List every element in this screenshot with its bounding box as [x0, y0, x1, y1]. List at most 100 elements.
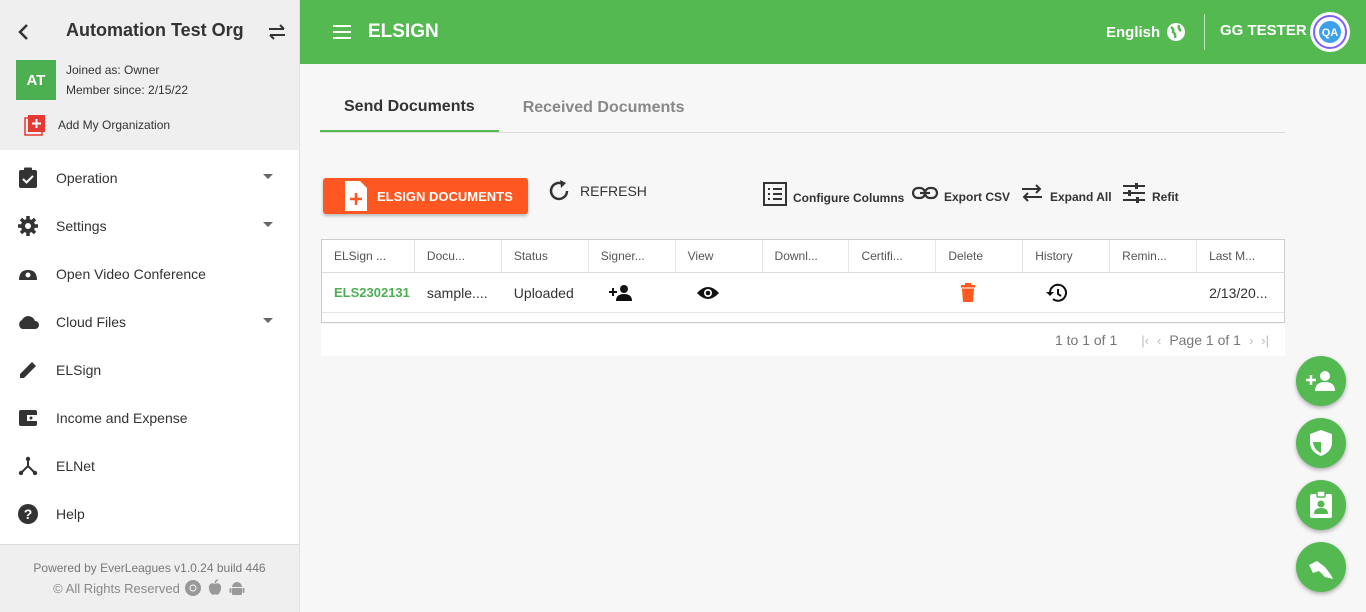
column-header[interactable]: Delete: [936, 240, 1024, 272]
column-header[interactable]: Last M...: [1197, 240, 1284, 272]
column-header[interactable]: Signer...: [589, 240, 676, 272]
column-header[interactable]: Status: [502, 240, 589, 272]
tab-send-documents[interactable]: Send Documents: [320, 84, 499, 132]
chrome-icon[interactable]: [184, 579, 202, 597]
column-header[interactable]: Docu...: [415, 240, 502, 272]
sidebar-item-operation[interactable]: Operation: [0, 154, 299, 202]
sidebar-item-video-conference[interactable]: Open Video Conference: [0, 250, 299, 298]
badge-icon: [1310, 491, 1332, 518]
clipboard-check-icon: [16, 166, 40, 190]
document-tabs: Send Documents Received Documents: [320, 84, 1285, 133]
document-cell: sample....: [426, 284, 488, 301]
sidebar-item-label: Income and Expense: [56, 410, 188, 426]
back-arrow-icon[interactable]: [12, 20, 36, 44]
sidebar-menu: Operation Settings Open Video Conference…: [0, 154, 299, 538]
first-page-icon[interactable]: |‹: [1141, 333, 1149, 348]
add-person-icon: [1306, 371, 1335, 391]
add-organization-link[interactable]: Add My Organization: [24, 114, 170, 136]
add-contact-fab[interactable]: [1296, 356, 1346, 406]
status-cell: Uploaded: [513, 284, 574, 301]
switch-org-icon[interactable]: [265, 20, 289, 44]
top-app-bar: ELSIGN English GG TESTER QA: [300, 0, 1366, 64]
export-csv-label: Export CSV: [944, 190, 1011, 204]
chevron-down-icon[interactable]: [263, 174, 273, 179]
documents-table: ELSign ... Docu... Status Signer... View…: [321, 239, 1285, 323]
video-conference-icon: [16, 262, 40, 286]
tab-received-documents[interactable]: Received Documents: [499, 84, 709, 132]
sidebar: Automation Test Org AT Joined as: Owner …: [0, 0, 300, 612]
table-row: ELS2302131 sample.... Uploaded 2/13/20..…: [322, 273, 1284, 313]
apple-icon[interactable]: [206, 579, 224, 597]
refit-button[interactable]: Refit: [1122, 182, 1179, 204]
previous-page-icon[interactable]: ‹: [1157, 333, 1161, 348]
android-icon[interactable]: [228, 579, 246, 597]
user-name[interactable]: GG TESTER: [1220, 22, 1307, 39]
history-icon[interactable]: [1045, 283, 1068, 303]
sidebar-item-elnet[interactable]: ELNet: [0, 442, 299, 490]
elsign-id-link[interactable]: ELS2302131: [322, 273, 415, 312]
user-avatar-text: QA: [1322, 27, 1339, 39]
org-title: Automation Test Org: [66, 20, 244, 40]
language-selector[interactable]: English: [1106, 22, 1186, 42]
column-header[interactable]: Remin...: [1110, 240, 1198, 272]
history-cell: [1023, 273, 1110, 312]
expand-all-label: Expand All: [1050, 190, 1112, 204]
cloud-icon: [16, 310, 40, 334]
signer-cell: [589, 273, 676, 312]
qa-logo-icon: QA: [1313, 15, 1347, 49]
org-header: Automation Test Org AT Joined as: Owner …: [0, 0, 299, 150]
column-header[interactable]: History: [1023, 240, 1111, 272]
reminder-cell: [1110, 273, 1197, 312]
sidebar-item-label: Open Video Conference: [56, 266, 206, 282]
svg-text:?: ?: [24, 506, 33, 522]
column-header[interactable]: View: [676, 240, 763, 272]
next-page-icon[interactable]: ›: [1249, 333, 1253, 348]
elsign-documents-label: ELSIGN DOCUMENTS: [377, 188, 513, 204]
sidebar-item-cloud-files[interactable]: Cloud Files: [0, 298, 299, 346]
pagination-bar: 1 to 1 of 1 |‹ ‹ Page 1 of 1 › ›|: [321, 324, 1285, 356]
column-header[interactable]: Downl...: [763, 240, 850, 272]
view-cell: [676, 273, 763, 312]
elsign-documents-button[interactable]: ELSIGN DOCUMENTS: [323, 178, 528, 214]
security-fab[interactable]: [1296, 418, 1346, 468]
last-page-icon[interactable]: ›|: [1261, 333, 1269, 348]
shield-icon: [1310, 430, 1332, 456]
sidebar-item-help[interactable]: ? Help: [0, 490, 299, 538]
trash-icon[interactable]: [960, 282, 976, 303]
tune-icon: [1123, 183, 1145, 203]
joined-as-text: Joined as: Owner: [66, 63, 160, 77]
table-header: ELSign ... Docu... Status Signer... View…: [322, 240, 1284, 273]
list-columns-icon: [763, 182, 787, 206]
expand-all-button[interactable]: Expand All: [1020, 182, 1112, 204]
gear-icon: [16, 214, 40, 238]
wallet-icon: [16, 406, 40, 430]
launch-fab[interactable]: [1296, 542, 1346, 592]
chevron-down-icon[interactable]: [263, 222, 273, 227]
sidebar-item-settings[interactable]: Settings: [0, 202, 299, 250]
sidebar-footer: Powered by EverLeagues v1.0.24 build 446…: [0, 544, 299, 612]
chevron-down-icon[interactable]: [263, 318, 273, 323]
add-signer-icon[interactable]: [608, 284, 633, 302]
globe-icon: [1167, 23, 1186, 41]
export-csv-button[interactable]: Export CSV: [912, 182, 1010, 204]
eye-icon[interactable]: [696, 285, 720, 301]
help-icon: ?: [16, 502, 40, 526]
column-header[interactable]: ELSign ...: [322, 240, 415, 272]
configure-columns-button[interactable]: Configure Columns: [763, 182, 904, 206]
last-modified-cell: 2/13/20...: [1209, 284, 1268, 301]
contact-card-fab[interactable]: [1296, 480, 1346, 530]
sidebar-item-elsign[interactable]: ELSign: [0, 346, 299, 394]
column-header[interactable]: Certifi...: [849, 240, 937, 272]
sidebar-item-label: ELSign: [56, 362, 102, 378]
delete-cell: [936, 273, 1023, 312]
user-avatar[interactable]: QA: [1310, 12, 1350, 52]
add-box-icon: [24, 115, 45, 136]
sidebar-item-label: ELNet: [56, 458, 95, 474]
sidebar-item-income-expense[interactable]: Income and Expense: [0, 394, 299, 442]
hamburger-menu-icon[interactable]: [332, 22, 352, 42]
row-range-text: 1 to 1 of 1: [1054, 332, 1118, 348]
rights-text: © All Rights Reserved: [53, 580, 180, 596]
rocket-icon: [1309, 561, 1333, 579]
refresh-button[interactable]: REFRESH: [546, 178, 647, 204]
rights-row: © All Rights Reserved: [0, 579, 299, 597]
